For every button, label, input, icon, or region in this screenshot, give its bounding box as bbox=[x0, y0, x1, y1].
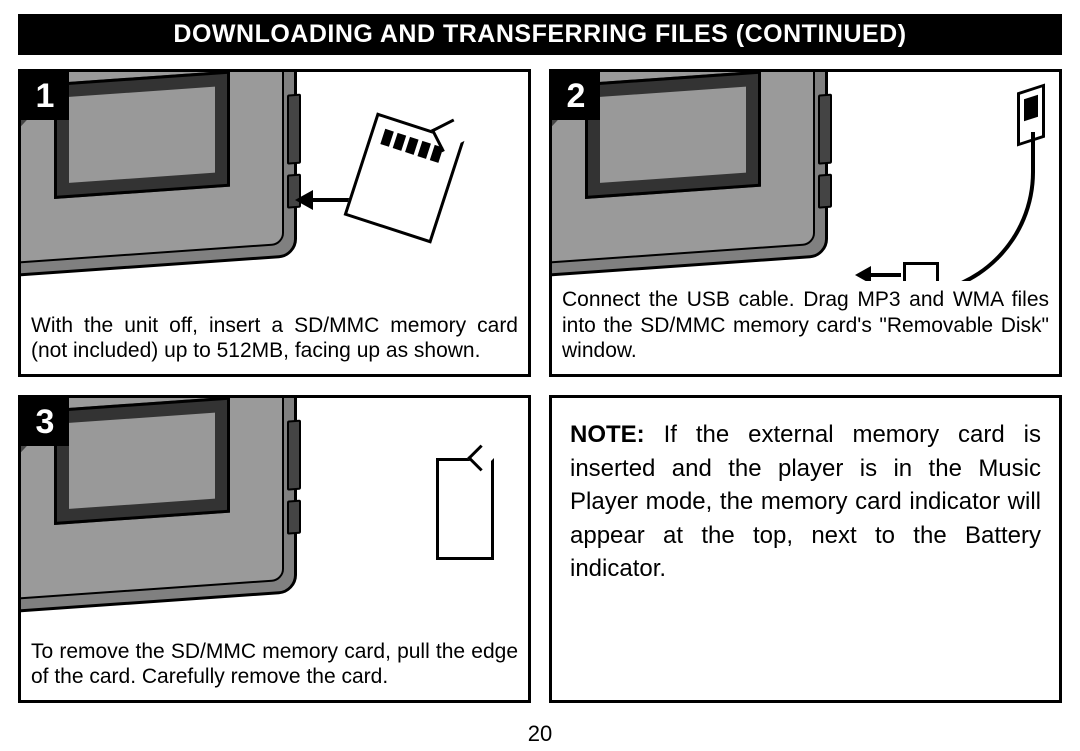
note-panel: NOTE: If the external memory card is ins… bbox=[549, 395, 1062, 703]
note-text: NOTE: If the external memory card is ins… bbox=[552, 398, 1059, 586]
step-number-badge: 3 bbox=[21, 398, 69, 446]
arrow-left-icon bbox=[295, 190, 353, 210]
step-2-caption: Connect the USB cable. Drag MP3 and WMA … bbox=[552, 281, 1059, 374]
step-1-panel: 1 With the unit off, insert a SD/MMC mem… bbox=[18, 69, 531, 377]
page-number: 20 bbox=[18, 713, 1062, 751]
sd-card-eject-icon bbox=[436, 458, 494, 560]
usb-cable-icon bbox=[911, 132, 1035, 281]
note-label: NOTE: bbox=[570, 421, 645, 448]
step-2-panel: 2 Connect the USB cable. Drag MP3 and WM… bbox=[549, 69, 1062, 377]
step-1-caption: With the unit off, insert a SD/MMC memor… bbox=[21, 307, 528, 374]
sd-card-icon bbox=[344, 112, 465, 243]
steps-grid: 1 With the unit off, insert a SD/MMC mem… bbox=[18, 69, 1062, 703]
step-1-illustration: 1 bbox=[21, 72, 528, 307]
step-3-illustration: 3 bbox=[21, 398, 528, 633]
step-number-badge: 2 bbox=[552, 72, 600, 120]
manual-page: DOWNLOADING AND TRANSFERRING FILES (CONT… bbox=[0, 0, 1080, 751]
arrow-left-icon bbox=[855, 266, 901, 281]
step-3-caption: To remove the SD/MMC memory card, pull t… bbox=[21, 633, 528, 700]
usb-plug-b-icon bbox=[903, 262, 939, 281]
step-2-illustration: 2 bbox=[552, 72, 1059, 281]
page-title: DOWNLOADING AND TRANSFERRING FILES (CONT… bbox=[18, 14, 1062, 55]
step-3-panel: 3 To remove the SD/MMC memory card, pull… bbox=[18, 395, 531, 703]
step-number-badge: 1 bbox=[21, 72, 69, 120]
